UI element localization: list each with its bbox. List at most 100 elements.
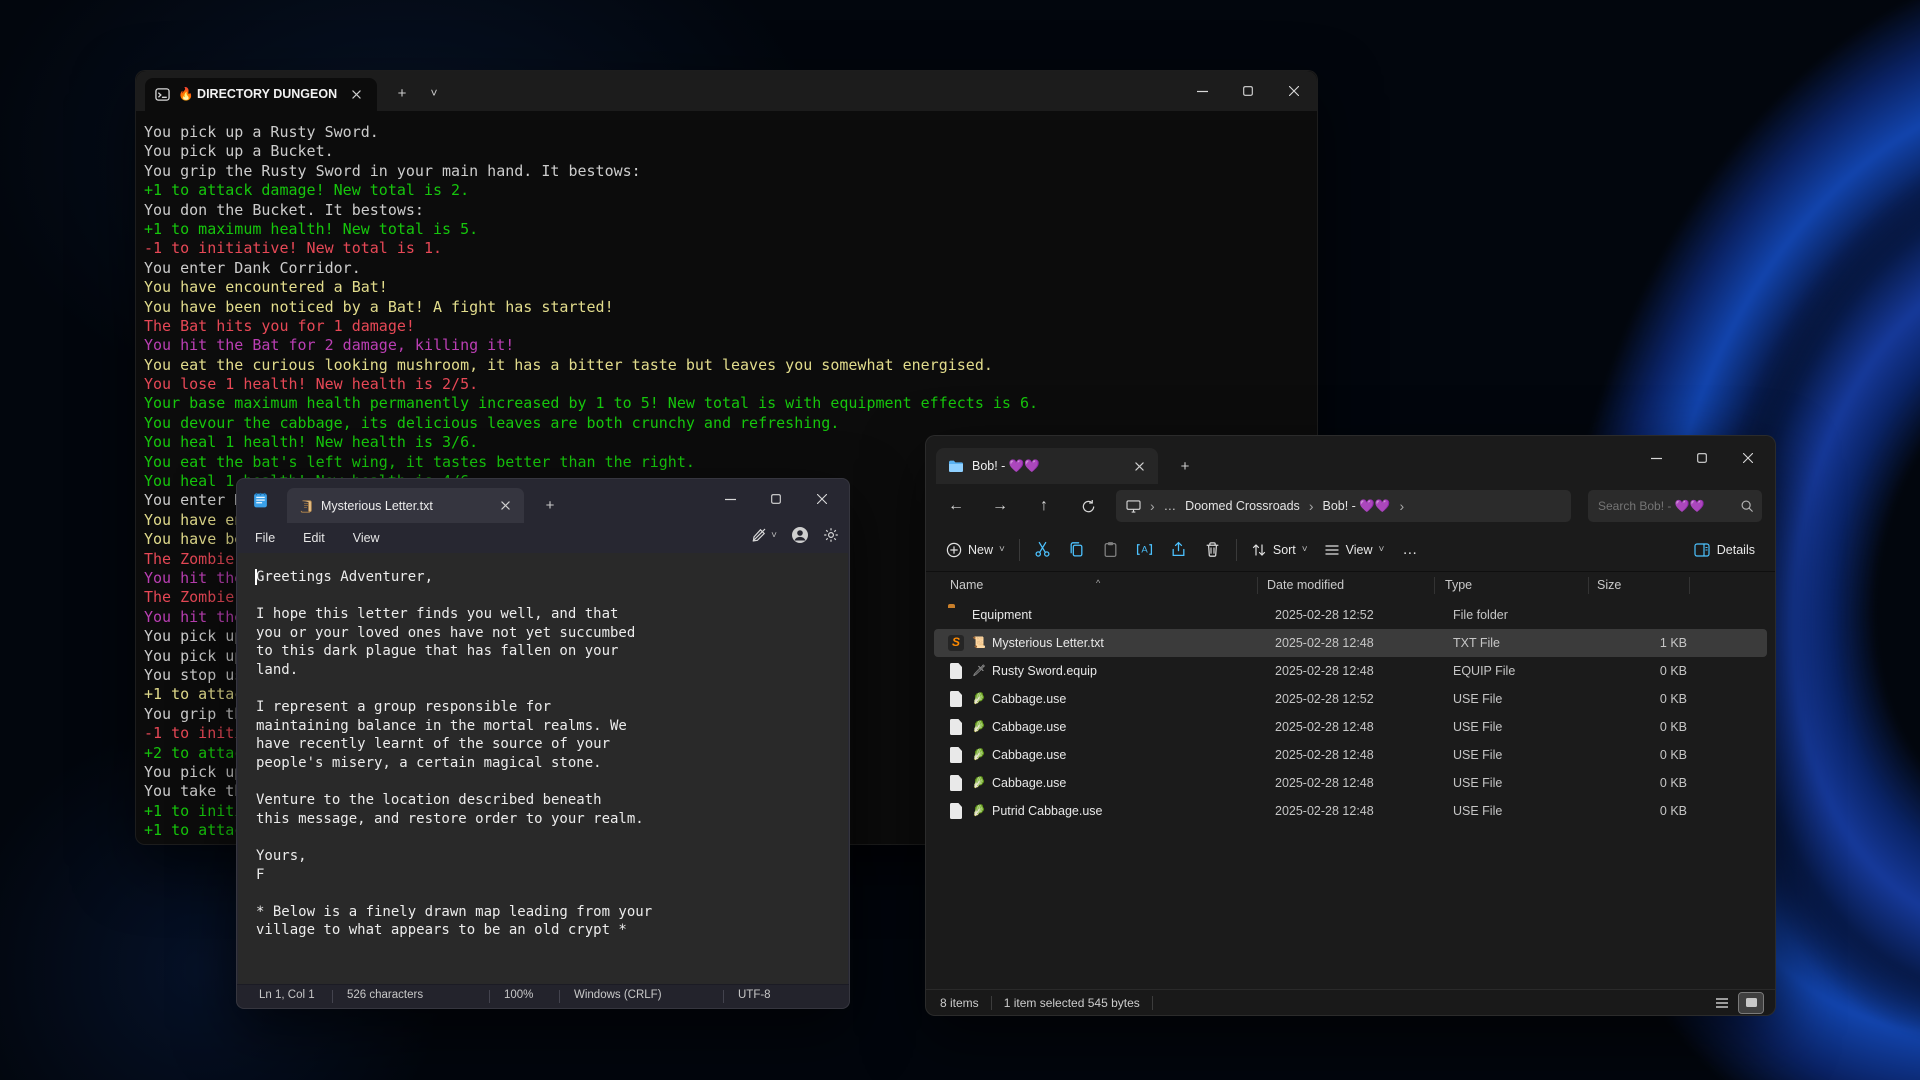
notepad-title-bar: Mysterious Letter.txt +	[237, 479, 849, 523]
file-row[interactable]: 🥬 Cabbage.use 2025-02-28 12:52 USE File …	[934, 685, 1767, 713]
address-bar[interactable]: › … Doomed Crossroads › Bob! - 💜💜 ›	[1116, 490, 1571, 522]
sort-label: Sort	[1273, 543, 1296, 557]
file-type: USE File	[1453, 775, 1502, 791]
refresh-icon[interactable]	[1066, 489, 1110, 523]
maximize-button[interactable]	[753, 479, 799, 519]
settings-gear-icon[interactable]	[823, 527, 839, 543]
file-row[interactable]: 🥬 Cabbage.use 2025-02-28 12:48 USE File …	[934, 769, 1767, 797]
notepad-text-area[interactable]: Greetings Adventurer, I hope this letter…	[238, 553, 848, 984]
file-row[interactable]: 📜 Mysterious Letter.txt 2025-02-28 12:48…	[934, 629, 1767, 657]
back-icon[interactable]: ←	[934, 489, 978, 523]
minimize-button[interactable]	[1179, 71, 1225, 111]
paste-icon[interactable]	[1094, 533, 1128, 567]
more-options-icon[interactable]: …	[1392, 541, 1427, 558]
file-date-modified: 2025-02-28 12:48	[1275, 803, 1374, 819]
folder-icon	[948, 459, 964, 473]
terminal-line: You pick up a Rusty Sword.	[144, 123, 1315, 142]
file-name: Mysterious Letter.txt	[992, 635, 1104, 651]
chevron-right-icon[interactable]: ›	[1399, 498, 1404, 514]
file-size: 0 KB	[1569, 803, 1687, 819]
notepad-tab[interactable]: Mysterious Letter.txt	[287, 488, 524, 523]
close-button[interactable]	[799, 479, 845, 519]
file-type-icon	[950, 775, 962, 791]
notepad-status-bar: Ln 1, Col 1 526 characters 100% Windows …	[237, 984, 849, 1008]
maximize-button[interactable]	[1225, 71, 1271, 111]
column-name[interactable]: Name	[950, 578, 983, 592]
file-date-modified: 2025-02-28 12:52	[1275, 607, 1374, 623]
file-size: 0 KB	[1569, 719, 1687, 735]
column-size[interactable]: Size	[1597, 578, 1621, 592]
encoding[interactable]: UTF-8	[738, 989, 771, 1001]
new-button[interactable]: New ˅	[938, 536, 1013, 564]
terminal-tab-dropdown-button[interactable]: ˅	[420, 80, 448, 106]
file-type: EQUIP File	[1453, 663, 1515, 679]
view-button[interactable]: View ˅	[1316, 536, 1393, 564]
search-input[interactable]	[1598, 499, 1740, 513]
filename-emoji: 🥬	[970, 803, 988, 819]
this-pc-icon[interactable]	[1126, 500, 1141, 513]
file-row[interactable]: 🗡 Rusty Sword.equip 2025-02-28 12:48 EQU…	[934, 657, 1767, 685]
minimize-button[interactable]	[1633, 438, 1679, 478]
view-label: View	[1346, 543, 1373, 557]
terminal-line: -1 to initiative! New total is 1.	[144, 239, 1315, 258]
breadcrumb-doomed-crossroads[interactable]: Doomed Crossroads	[1185, 499, 1300, 513]
file-size: 1 KB	[1569, 635, 1687, 651]
cursor-position: Ln 1, Col 1	[259, 989, 315, 1001]
line-ending[interactable]: Windows (CRLF)	[574, 989, 662, 1001]
minimize-button[interactable]	[707, 479, 753, 519]
chevron-down-icon: ˅	[1302, 544, 1308, 555]
details-view-icon[interactable]	[1710, 993, 1734, 1013]
file-type: USE File	[1453, 719, 1502, 735]
search-icon[interactable]	[1740, 499, 1754, 513]
details-button[interactable]: Details	[1686, 537, 1763, 563]
maximize-button[interactable]	[1679, 438, 1725, 478]
explorer-tab-close-icon[interactable]	[1128, 455, 1150, 477]
forward-icon[interactable]: →	[978, 489, 1022, 523]
file-name: Putrid Cabbage.use	[992, 803, 1103, 819]
breadcrumb-bob[interactable]: Bob! - 💜💜	[1322, 499, 1390, 514]
chevron-right-icon[interactable]: ›	[1150, 498, 1155, 514]
file-row[interactable]: Equipment 2025-02-28 12:52 File folder	[934, 601, 1767, 629]
menu-view[interactable]: View	[339, 527, 394, 549]
share-icon[interactable]	[1162, 533, 1196, 567]
close-button[interactable]	[1271, 71, 1317, 111]
terminal-line: You grip the Rusty Sword in your main ha…	[144, 162, 1315, 181]
notepad-tab-close-icon[interactable]	[494, 495, 516, 517]
file-type-icon	[950, 747, 962, 763]
close-button[interactable]	[1725, 438, 1771, 478]
copy-icon[interactable]	[1060, 533, 1094, 567]
toolbar-divider	[1019, 539, 1020, 561]
terminal-line: You lose 1 health! New health is 2/5.	[144, 375, 1315, 394]
terminal-tab-bar: 🔥 DIRECTORY DUNGEON 🔥 + ˅	[136, 71, 1317, 111]
notepad-new-tab-button[interactable]: +	[537, 493, 563, 517]
account-icon[interactable]	[791, 526, 809, 544]
cut-icon[interactable]	[1026, 533, 1060, 567]
menu-edit[interactable]: Edit	[289, 527, 339, 549]
terminal-tab-close-icon[interactable]	[345, 84, 367, 106]
file-name: Rusty Sword.equip	[992, 663, 1097, 679]
terminal-tab[interactable]: 🔥 DIRECTORY DUNGEON 🔥	[145, 78, 377, 111]
column-type[interactable]: Type	[1445, 578, 1472, 592]
large-icons-view-icon[interactable]	[1739, 993, 1763, 1013]
breadcrumb-overflow[interactable]: …	[1164, 499, 1177, 513]
file-type: USE File	[1453, 803, 1502, 819]
rename-icon[interactable]: A	[1128, 533, 1162, 567]
zoom-level[interactable]: 100%	[504, 989, 533, 1001]
file-row[interactable]: 🥬 Cabbage.use 2025-02-28 12:48 USE File …	[934, 713, 1767, 741]
file-row[interactable]: 🥬 Cabbage.use 2025-02-28 12:48 USE File …	[934, 741, 1767, 769]
search-box[interactable]	[1588, 490, 1762, 522]
terminal-new-tab-button[interactable]: +	[388, 80, 416, 106]
up-icon[interactable]: ↑	[1022, 489, 1066, 523]
file-row[interactable]: 🥬 Putrid Cabbage.use 2025-02-28 12:48 US…	[934, 797, 1767, 825]
view-toggles	[1710, 993, 1763, 1013]
explorer-new-tab-button[interactable]: +	[1172, 454, 1198, 478]
delete-icon[interactable]	[1196, 533, 1230, 567]
menu-file[interactable]: File	[241, 527, 289, 549]
sort-button[interactable]: Sort ˅	[1243, 536, 1316, 564]
editing-mode-icon[interactable]: ˅	[751, 527, 777, 543]
column-date-modified[interactable]: Date modified	[1267, 578, 1344, 592]
explorer-tab[interactable]: Bob! - 💜💜	[936, 448, 1158, 484]
terminal-line: The Bat hits you for 1 damage!	[144, 317, 1315, 336]
character-count: 526 characters	[347, 989, 423, 1001]
chevron-right-icon[interactable]: ›	[1309, 498, 1314, 514]
